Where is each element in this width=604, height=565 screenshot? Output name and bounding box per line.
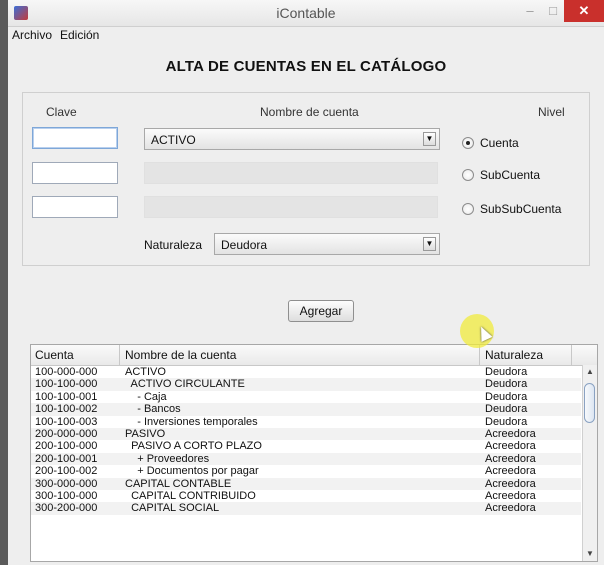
column-header-cuenta[interactable]: Cuenta [35, 348, 74, 362]
radio-icon [462, 203, 474, 215]
subcuenta-field [144, 162, 438, 184]
cell-naturaleza: Deudora [485, 390, 528, 403]
clave-input-3[interactable] [32, 196, 118, 218]
cell-naturaleza: Acreedora [485, 452, 536, 465]
cell-nombre: CAPITAL CONTRIBUIDO [125, 489, 256, 502]
cell-naturaleza: Acreedora [485, 440, 536, 453]
maximize-icon[interactable]: □ [542, 0, 564, 22]
cell-cuenta: 300-000-000 [35, 477, 98, 490]
cell-naturaleza: Acreedora [485, 477, 536, 490]
nombre-header: Nombre de cuenta [260, 105, 359, 119]
cell-cuenta: 100-100-002 [35, 403, 98, 416]
cell-naturaleza: Deudora [485, 366, 528, 378]
table-row[interactable]: 300-000-000 CAPITAL CONTABLE Acreedora [31, 477, 581, 490]
cell-nombre: PASIVO [125, 427, 166, 440]
subsubcuenta-field [144, 196, 438, 218]
cell-nombre: - Bancos [125, 403, 181, 416]
radio-cuenta-label: Cuenta [480, 136, 519, 150]
table-row[interactable]: 200-100-002 + Documentos por pagar Acreed… [31, 465, 581, 477]
cell-cuenta: 200-000-000 [35, 427, 98, 440]
minimize-icon[interactable]: – [518, 0, 542, 22]
cell-nombre: CAPITAL CONTABLE [125, 477, 232, 490]
radio-selected-icon [462, 137, 474, 149]
cell-cuenta: 100-100-000 [35, 378, 98, 391]
table-row[interactable]: 200-100-000 PASIVO A CORTO PLAZO Acreedor… [31, 440, 581, 452]
column-header-nombre[interactable]: Nombre de la cuenta [125, 348, 236, 362]
radio-subsubcuenta-label: SubSubCuenta [480, 202, 562, 216]
table-row[interactable]: 300-100-000 CAPITAL CONTRIBUIDO Acreedora [31, 490, 581, 502]
cell-cuenta: 200-100-001 [35, 452, 98, 465]
table-body: 100-000-000 ACTIVO Deudora 100-100-000 ACTI… [31, 366, 581, 515]
cell-cuenta: 200-100-000 [35, 440, 98, 453]
table-row[interactable]: 200-000-000 PASIVO Acreedora [31, 427, 581, 441]
agregar-button[interactable]: Agregar [288, 300, 354, 322]
cuenta-select-value: ACTIVO [151, 133, 196, 147]
cell-cuenta: 100-100-001 [35, 390, 98, 403]
cell-nombre: + Documentos por pagar [125, 465, 259, 478]
table-row[interactable]: 100-100-003 - Inversiones temporales Deud… [31, 416, 581, 428]
cell-naturaleza: Deudora [485, 403, 528, 416]
column-divider [119, 345, 120, 365]
menu-bar: Archivo Edición [8, 26, 604, 44]
column-divider [479, 345, 480, 365]
cell-nombre: + Proveedores [125, 452, 210, 465]
chevron-down-icon: ▼ [423, 237, 436, 251]
naturaleza-select[interactable]: Deudora ▼ [214, 233, 440, 255]
chevron-down-icon: ▼ [423, 132, 436, 146]
cell-nombre: CAPITAL SOCIAL [125, 502, 220, 515]
app-window: iContable – □ ✕ Archivo Edición ALTA DE … [8, 0, 604, 565]
table-row[interactable]: 100-100-001 - Caja Deudora [31, 391, 581, 403]
table-scrollbar[interactable]: ▲ ▼ [582, 365, 597, 561]
cell-nombre: PASIVO A CORTO PLAZO [125, 440, 262, 453]
clave-input-1[interactable] [32, 127, 118, 149]
scroll-up-icon[interactable]: ▲ [583, 365, 597, 379]
cell-naturaleza: Acreedora [485, 427, 536, 440]
scroll-thumb[interactable] [584, 383, 595, 423]
menu-edicion[interactable]: Edición [60, 28, 99, 42]
cell-naturaleza: Deudora [485, 378, 528, 391]
cell-nombre: ACTIVO CIRCULANTE [125, 378, 245, 391]
table-header: Cuenta Nombre de la cuenta Naturaleza [31, 345, 597, 366]
table-row[interactable]: 200-100-001 + Proveedores Acreedora [31, 452, 581, 466]
cell-cuenta: 300-100-000 [35, 489, 98, 502]
cell-cuenta: 300-200-000 [35, 502, 98, 515]
cell-cuenta: 200-100-002 [35, 465, 98, 478]
title-bar: iContable – □ ✕ [8, 0, 604, 27]
close-icon[interactable]: ✕ [564, 0, 604, 22]
table-row[interactable]: 100-100-002 - Bancos Deudora [31, 403, 581, 416]
cell-nombre: - Inversiones temporales [125, 415, 258, 428]
cuenta-select[interactable]: ACTIVO ▼ [144, 128, 440, 150]
cell-nombre: ACTIVO [125, 366, 166, 378]
window-title: iContable [276, 5, 336, 21]
radio-icon [462, 169, 474, 181]
cell-naturaleza: Acreedora [485, 489, 536, 502]
table-row[interactable]: 100-100-000 ACTIVO CIRCULANTE Deudora [31, 378, 581, 391]
column-divider [571, 345, 572, 365]
page-title: ALTA DE CUENTAS EN EL CATÁLOGO [165, 58, 447, 75]
cell-naturaleza: Acreedora [485, 502, 536, 515]
cell-nombre: - Caja [125, 390, 167, 403]
cell-naturaleza: Acreedora [485, 465, 536, 478]
clave-header: Clave [46, 105, 77, 119]
cell-cuenta: 100-100-003 [35, 415, 98, 428]
table-row[interactable]: 100-000-000 ACTIVO Deudora [31, 366, 581, 378]
accounts-table: Cuenta Nombre de la cuenta Naturaleza 10… [30, 344, 598, 562]
clave-input-2[interactable] [32, 162, 118, 184]
cell-naturaleza: Deudora [485, 415, 528, 428]
naturaleza-select-value: Deudora [221, 238, 268, 252]
menu-archivo[interactable]: Archivo [12, 28, 52, 42]
radio-subcuenta-label: SubCuenta [480, 168, 541, 182]
scroll-down-icon[interactable]: ▼ [583, 547, 597, 561]
cell-cuenta: 100-000-000 [35, 366, 98, 378]
column-header-naturaleza[interactable]: Naturaleza [485, 348, 543, 362]
table-row[interactable]: 300-200-000 CAPITAL SOCIAL Acreedora [31, 502, 581, 515]
naturaleza-label: Naturaleza [144, 238, 203, 252]
nivel-header: Nivel [538, 105, 565, 119]
